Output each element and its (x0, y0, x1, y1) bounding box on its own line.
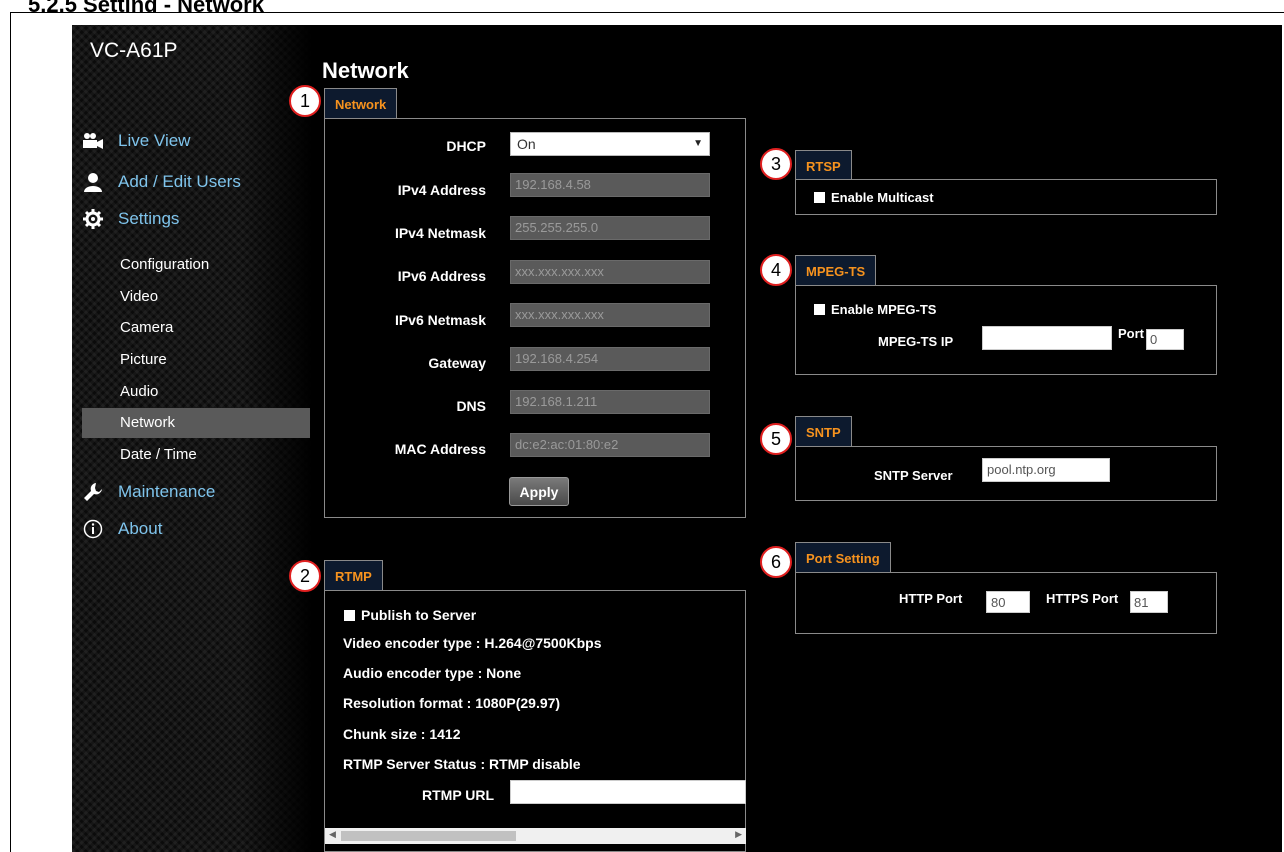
nav-sub-network[interactable]: Network (120, 414, 175, 431)
horizontal-scrollbar[interactable]: ◀ ▶ (325, 828, 746, 844)
scroll-left-icon[interactable]: ◀ (329, 829, 336, 840)
scrollbar-thumb[interactable] (341, 831, 516, 841)
web-ui: VC-A61P Live View Add / Edit Users Setti… (72, 25, 1282, 852)
nav-sub-video[interactable]: Video (120, 288, 158, 305)
user-icon (82, 171, 104, 193)
tab-sntp[interactable]: SNTP (795, 416, 852, 446)
multicast-label: Enable Multicast (831, 190, 934, 205)
camera-icon (82, 130, 104, 152)
gateway-field[interactable]: 192.168.4.254 (510, 347, 710, 371)
checkbox-icon (814, 304, 825, 315)
chunk-size-text: Chunk size : 1412 (343, 726, 461, 742)
nav-settings[interactable]: Settings (82, 208, 179, 230)
enable-mpegts-label: Enable MPEG-TS (831, 302, 937, 317)
ipv6-address-field[interactable]: xxx.xxx.xxx.xxx (510, 260, 710, 284)
callout-4: 4 (760, 254, 792, 286)
mpegts-port-input[interactable]: 0 (1146, 329, 1184, 350)
nav-live-view[interactable]: Live View (82, 130, 190, 152)
scroll-right-icon[interactable]: ▶ (735, 829, 742, 840)
tab-network[interactable]: Network (324, 88, 398, 118)
rtmp-panel (324, 590, 746, 852)
video-encoder-text: Video encoder type : H.264@7500Kbps (343, 635, 602, 651)
dhcp-select[interactable]: On ▼ (510, 132, 710, 156)
info-icon (82, 518, 104, 540)
dns-label: DNS (456, 398, 486, 414)
nav-label: Settings (118, 209, 180, 228)
page-title: Network (322, 58, 409, 83)
nav-active-highlight (82, 408, 310, 438)
resolution-text: Resolution format : 1080P(29.97) (343, 695, 561, 711)
http-port-label: HTTP Port (899, 591, 963, 606)
nav-label: Add / Edit Users (118, 172, 241, 191)
nav-add-edit-users[interactable]: Add / Edit Users (82, 171, 241, 193)
callout-6: 6 (760, 546, 792, 578)
mpegts-port-label: Port (1118, 326, 1144, 341)
callout-3: 3 (760, 148, 792, 180)
nav-label: About (118, 519, 163, 538)
sntp-server-input[interactable]: pool.ntp.org (982, 458, 1110, 482)
rtmp-status-text: RTMP Server Status : RTMP disable (343, 756, 581, 772)
https-port-input[interactable]: 81 (1130, 591, 1168, 613)
ipv4-netmask-label: IPv4 Netmask (394, 225, 486, 241)
mac-address-field[interactable]: dc:e2:ac:01:80:e2 (510, 433, 710, 457)
dns-field[interactable]: 192.168.1.211 (510, 390, 710, 414)
callout-1: 1 (289, 85, 321, 117)
nav-label: Live View (118, 131, 191, 150)
wrench-icon (82, 481, 104, 503)
publish-label: Publish to Server (361, 607, 477, 623)
checkbox-icon (344, 610, 355, 621)
multicast-checkbox[interactable]: Enable Multicast (814, 190, 934, 205)
tab-rtmp[interactable]: RTMP (324, 560, 383, 590)
mpegts-ip-label: MPEG-TS IP (878, 334, 954, 349)
enable-mpegts-checkbox[interactable]: Enable MPEG-TS (814, 302, 936, 317)
nav-sub-date-time[interactable]: Date / Time (120, 446, 197, 463)
checkbox-icon (814, 192, 825, 203)
rtmp-url-label: RTMP URL (422, 787, 495, 803)
nav-sub-audio[interactable]: Audio (120, 383, 158, 400)
dropdown-arrow-icon: ▼ (693, 138, 703, 149)
rtmp-url-input[interactable] (510, 780, 746, 804)
publish-checkbox[interactable]: Publish to Server (344, 607, 476, 623)
nav-sub-configuration[interactable]: Configuration (120, 256, 209, 273)
audio-encoder-text: Audio encoder type : None (343, 665, 522, 681)
nav-maintenance[interactable]: Maintenance (82, 481, 215, 503)
nav-sub-camera[interactable]: Camera (120, 319, 173, 336)
ipv4-address-field[interactable]: 192.168.4.58 (510, 173, 710, 197)
mpegts-ip-input[interactable] (982, 326, 1112, 350)
mac-address-label: MAC Address (394, 441, 486, 457)
ipv4-netmask-field[interactable]: 255.255.255.0 (510, 216, 710, 240)
ipv6-netmask-label: IPv6 Netmask (394, 312, 486, 328)
nav-label: Maintenance (118, 482, 216, 501)
ipv4-address-label: IPv4 Address (397, 182, 486, 198)
apply-button[interactable]: Apply (509, 477, 569, 506)
nav-sub-picture[interactable]: Picture (120, 351, 167, 368)
model-name: VC-A61P (90, 39, 178, 62)
tab-mpeg-ts[interactable]: MPEG-TS (795, 255, 877, 285)
callout-5: 5 (760, 423, 792, 455)
callout-2: 2 (289, 560, 321, 592)
tab-rtsp[interactable]: RTSP (795, 150, 852, 180)
http-port-input[interactable]: 80 (986, 591, 1030, 613)
nav-about[interactable]: About (82, 518, 162, 540)
dhcp-label: DHCP (446, 138, 486, 154)
tab-port-setting[interactable]: Port Setting (795, 542, 891, 572)
ipv6-netmask-field[interactable]: xxx.xxx.xxx.xxx (510, 303, 710, 327)
gateway-label: Gateway (428, 355, 486, 371)
gear-icon (82, 208, 104, 230)
https-port-label: HTTPS Port (1046, 591, 1119, 606)
sntp-server-label: SNTP Server (874, 468, 953, 483)
dhcp-value: On (517, 136, 536, 152)
ipv6-address-label: IPv6 Address (397, 268, 486, 284)
